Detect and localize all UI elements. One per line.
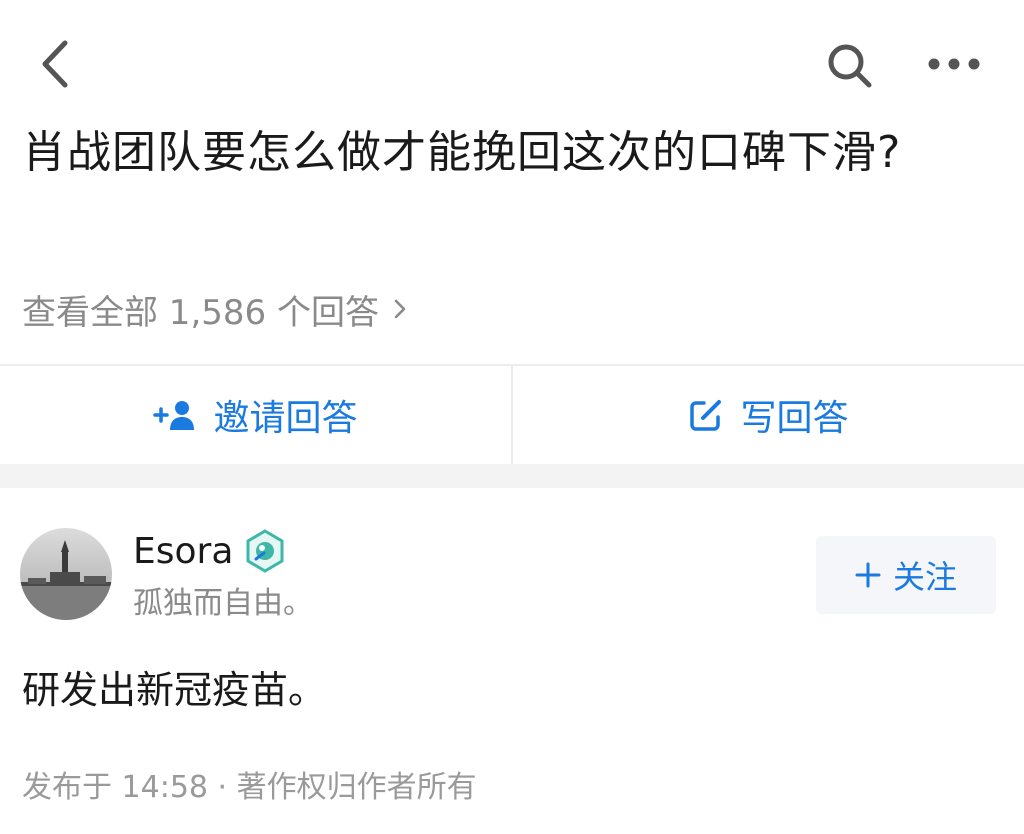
follow-label: 关注 [892,558,957,596]
view-all-answers-label: 查看全部 1,586 个回答 [22,292,379,333]
write-answer-label: 写回答 [740,398,849,439]
question-actions: 邀请回答 写回答 [0,366,1024,464]
write-answer-button[interactable]: 写回答 [513,366,1024,464]
invite-answer-label: 邀请回答 [213,398,358,439]
chevron-right-icon [393,297,407,321]
follow-button[interactable]: 关注 [816,536,996,614]
more-dots-icon [928,58,980,70]
view-all-answers-link[interactable]: 查看全部 1,586 个回答 [22,284,407,334]
verified-badge-icon [246,529,284,573]
add-person-icon [153,401,195,430]
avatar[interactable] [20,528,112,620]
chevron-left-icon [42,40,68,88]
question-page: 肖战团队要怎么做才能挽回这次的口碑下滑? 查看全部 1,586 个回答 邀请回答 [0,0,1024,834]
search-button[interactable] [820,36,880,96]
plus-icon [855,562,881,588]
answer-meta: 发布于 14:58 · 著作权归作者所有 [22,770,477,805]
author-bio: 孤独而自由。 [133,586,313,621]
answer-body[interactable]: 研发出新冠疫苗。 [22,662,326,718]
author-name[interactable]: Esora [133,528,233,576]
question-title: 肖战团队要怎么做才能挽回这次的口碑下滑? [22,127,902,178]
back-button[interactable] [30,36,78,92]
edit-icon [690,400,722,431]
section-separator [0,464,1024,488]
more-button[interactable] [918,36,990,92]
invite-answer-button[interactable]: 邀请回答 [0,366,511,464]
search-icon [828,44,872,88]
